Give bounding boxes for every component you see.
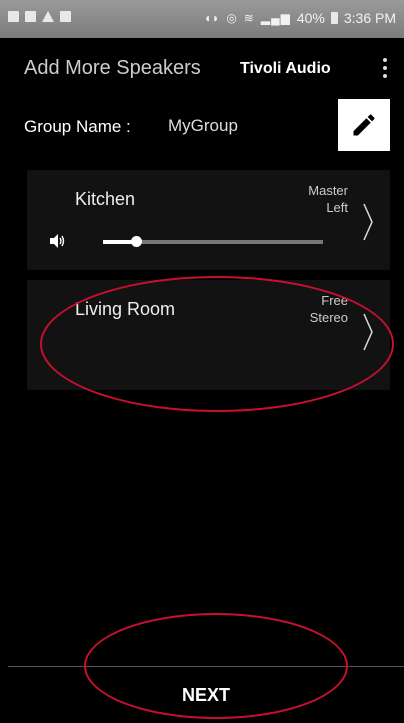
- wifi-icon: ≋: [243, 11, 255, 25]
- edit-group-name-button[interactable]: [338, 99, 390, 151]
- app-bar: Add More Speakers Tivoli Audio: [0, 38, 404, 100]
- speaker-mode-line1: Free: [321, 293, 348, 308]
- volume-slider-thumb[interactable]: [131, 236, 142, 247]
- speaker-name: Kitchen: [75, 189, 136, 209]
- clock: 3:36 PM: [343, 10, 396, 26]
- notification-icon: [8, 11, 19, 22]
- page-title: Add More Speakers: [24, 57, 201, 79]
- group-name-value: MyGroup: [168, 116, 238, 135]
- volume-slider[interactable]: [103, 236, 323, 247]
- chevron-right-icon[interactable]: [362, 312, 374, 352]
- warning-icon: [42, 11, 54, 22]
- battery-icon: [330, 12, 338, 24]
- bottom-bar: NEXT: [8, 666, 404, 716]
- group-name-label: Group Name :: [24, 117, 131, 136]
- signal-icon: ▂▄▆: [260, 11, 291, 25]
- speaker-mode: Free Stereo: [310, 292, 348, 326]
- speaker-name: Living Room: [75, 299, 176, 319]
- speaker-card-kitchen[interactable]: Kitchen Master Left: [27, 170, 390, 270]
- battery-percent: 40%: [296, 10, 325, 26]
- speaker-card-living-room[interactable]: Living Room Free Stereo: [27, 280, 390, 390]
- status-right: ◖◗ ◎ ≋ ▂▄▆ 40% 3:36 PM: [204, 10, 396, 26]
- mute-icon: ◖◗: [203, 11, 221, 25]
- alarm-icon: ◎: [226, 11, 238, 25]
- status-left-icons: [8, 11, 71, 22]
- brand-logo: Tivoli Audio: [240, 60, 331, 77]
- speaker-volume-icon: [50, 234, 65, 248]
- speaker-mode: Master Left: [308, 182, 348, 216]
- pencil-icon: [353, 114, 375, 136]
- speaker-mode-line1: Master: [308, 183, 348, 198]
- speaker-mode-line2: Left: [326, 200, 348, 215]
- overflow-menu-icon[interactable]: [380, 56, 390, 82]
- status-bar: ◖◗ ◎ ≋ ▂▄▆ 40% 3:36 PM: [0, 0, 404, 38]
- gallery-icon: [25, 11, 36, 22]
- chevron-right-icon[interactable]: [362, 202, 374, 242]
- next-button[interactable]: NEXT: [8, 667, 404, 716]
- speaker-mode-line2: Stereo: [309, 310, 348, 325]
- app-icon: [60, 11, 71, 22]
